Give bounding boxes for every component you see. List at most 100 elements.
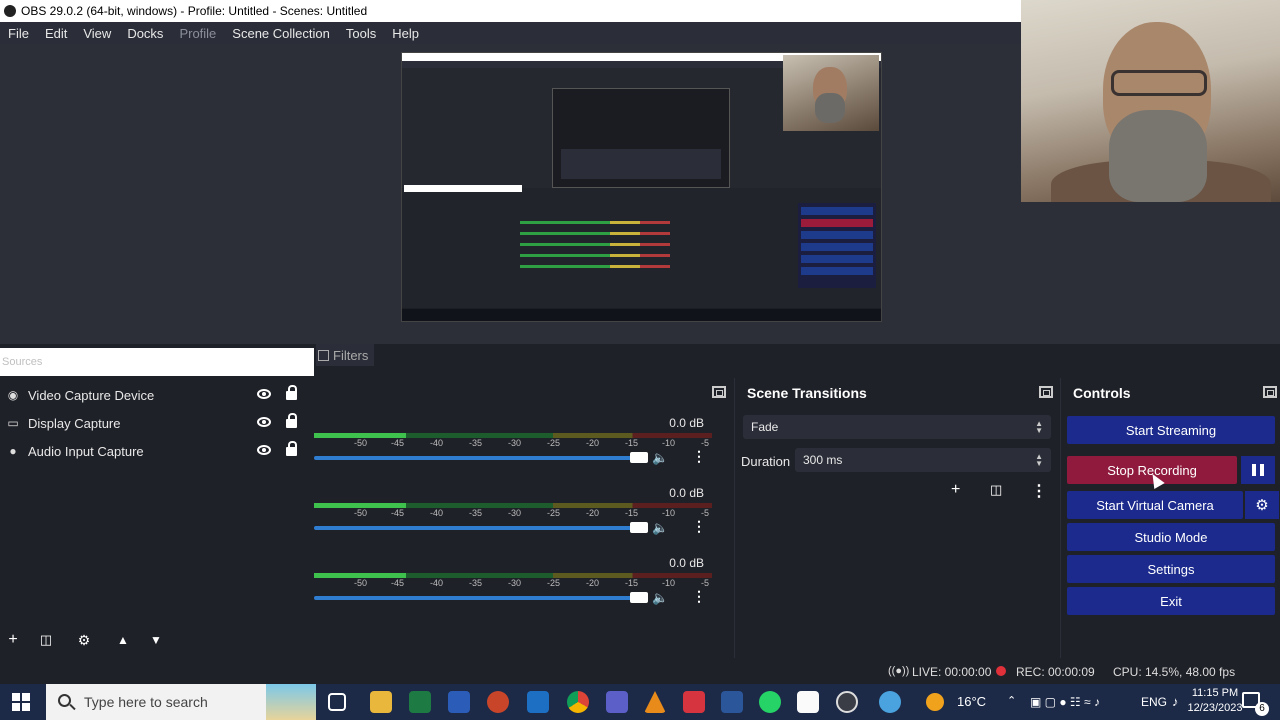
visibility-eye-icon[interactable] [257, 445, 271, 455]
word-icon[interactable] [448, 691, 470, 713]
task-view-icon[interactable] [328, 693, 346, 711]
menu-profile[interactable]: Profile [171, 26, 224, 41]
lock-icon[interactable] [286, 385, 297, 400]
speaker-icon[interactable]: ♪ [1172, 694, 1179, 720]
source-item-video-capture[interactable]: ◉ Video Capture Device [0, 381, 314, 409]
menu-tools[interactable]: Tools [338, 26, 384, 41]
trash-icon[interactable]: ◫ [990, 482, 1002, 498]
clock-date: 12/23/2023 [1187, 702, 1243, 714]
menu-docks[interactable]: Docks [119, 26, 171, 41]
volume-slider[interactable] [314, 596, 644, 600]
lock-icon[interactable] [286, 413, 297, 428]
status-bar: ((●)) LIVE: 00:00:00 REC: 00:00:09 CPU: … [0, 658, 1280, 684]
source-item-audio-input[interactable]: ● Audio Input Capture [0, 437, 314, 465]
meter-tick-label: -45 [391, 578, 405, 588]
volume-slider-handle[interactable] [630, 522, 648, 533]
more-options-icon[interactable]: ⋮ [1031, 481, 1047, 501]
speaker-icon[interactable]: 🔈 [652, 590, 668, 606]
chrome-icon[interactable] [567, 691, 589, 713]
menu-scene-collection[interactable]: Scene Collection [224, 26, 338, 41]
studio-mode-button[interactable]: Studio Mode [1067, 523, 1275, 551]
gear-icon[interactable]: ⚙ [74, 630, 94, 650]
volume-slider-handle[interactable] [630, 592, 648, 603]
add-source-button[interactable]: + [3, 630, 23, 650]
more-options-icon[interactable]: ⋮ [692, 588, 706, 605]
tray-apps-icons[interactable]: ▣ ▢ ● ☷ ≈ ♪ [1030, 695, 1100, 720]
mixer-channel: 0.0 dB-50-45-40-35-30-25-20-15-10-50🔈⋮ [314, 486, 741, 556]
move-down-icon[interactable]: ▼ [146, 630, 166, 650]
program-preview[interactable] [401, 52, 882, 322]
source-name: Video Capture Device [28, 387, 155, 403]
tab-filters-label: Filters [333, 347, 369, 363]
sources-toolbar: + ◫ ⚙ ▲ ▼ [0, 626, 314, 654]
source-item-display-capture[interactable]: ▭ Display Capture [0, 409, 314, 437]
notification-badge: 6 [1255, 702, 1269, 716]
meter-tick-label: -5 [701, 508, 710, 518]
menu-view[interactable]: View [75, 26, 119, 41]
start-streaming-button[interactable]: Start Streaming [1067, 416, 1275, 444]
taskbar-search-box[interactable]: Type here to search [46, 684, 316, 720]
taskbar-search-placeholder: Type here to search [84, 694, 208, 710]
anydesk-icon[interactable] [683, 691, 705, 713]
tray-chevron-up-icon[interactable]: ⌃ [1007, 694, 1016, 720]
more-options-icon[interactable]: ⋮ [692, 448, 706, 465]
file-explorer-icon[interactable] [370, 691, 392, 713]
powerpoint-icon[interactable] [487, 691, 509, 713]
weather-moon-icon[interactable] [926, 693, 944, 711]
menu-help[interactable]: Help [384, 26, 427, 41]
obs-logo-icon [4, 5, 16, 17]
menu-edit[interactable]: Edit [37, 26, 75, 41]
obs-taskbar-icon[interactable] [836, 691, 858, 713]
exit-button[interactable]: Exit [1067, 587, 1275, 615]
webcam-glasses [1111, 70, 1207, 96]
speaker-icon[interactable]: 🔈 [652, 520, 668, 536]
dock-float-icon[interactable] [1039, 386, 1053, 398]
transition-select[interactable]: Fade ▲ ▼ [743, 415, 1051, 439]
camera-icon: ◉ [7, 388, 19, 402]
move-up-icon[interactable]: ▲ [113, 630, 133, 650]
powershell-icon[interactable] [721, 691, 743, 713]
lock-icon[interactable] [286, 441, 297, 456]
meter-tick-label: -10 [662, 438, 676, 448]
vlc-icon[interactable] [644, 691, 666, 713]
duration-spinbox[interactable]: 300 ms ▲ ▼ [795, 448, 1051, 472]
taskbar-clock[interactable]: 11:15 PM 12/23/2023 [1180, 686, 1250, 716]
mixer-channel: 0.0 dB-50-45-40-35-30-25-20-15-10-50🔈⋮ [314, 416, 741, 486]
start-virtual-camera-button[interactable]: Start Virtual Camera [1067, 491, 1243, 519]
windows-start-icon[interactable] [12, 693, 30, 711]
teams-icon[interactable] [606, 691, 628, 713]
pause-recording-button[interactable] [1241, 456, 1275, 484]
meter-tick-label: -5 [701, 438, 710, 448]
snipping-tool-icon[interactable] [797, 691, 819, 713]
temperature[interactable]: 16°C [957, 694, 986, 720]
preview-nested-controls [798, 203, 876, 288]
meter-tick-label: -20 [586, 438, 600, 448]
outlook-icon[interactable] [527, 691, 549, 713]
menu-file[interactable]: File [0, 26, 37, 41]
language-indicator[interactable]: ENG [1141, 695, 1167, 720]
settings-button[interactable]: Settings [1067, 555, 1275, 583]
tab-sources[interactable]: Sources [0, 348, 314, 376]
live-status: LIVE: 00:00:00 [912, 665, 992, 679]
tab-filters[interactable]: Filters [316, 344, 375, 366]
virtual-camera-settings-button[interactable]: ⚙ [1245, 491, 1279, 519]
preview-webcam-thumbnail [783, 55, 879, 131]
monitor-icon: ▭ [7, 416, 19, 430]
volume-db-readout: 0.0 dB [669, 416, 704, 430]
volume-db-readout: 0.0 dB [669, 556, 704, 570]
whatsapp-icon[interactable] [759, 691, 781, 713]
visibility-eye-icon[interactable] [257, 389, 271, 399]
add-transition-button[interactable]: + [951, 481, 960, 499]
excel-icon[interactable] [409, 691, 431, 713]
dock-float-icon[interactable] [1263, 386, 1277, 398]
volume-slider[interactable] [314, 526, 644, 530]
speaker-icon[interactable]: 🔈 [652, 450, 668, 466]
help-icon[interactable] [879, 691, 901, 713]
more-options-icon[interactable]: ⋮ [692, 518, 706, 535]
trash-icon[interactable]: ◫ [36, 630, 56, 650]
volume-slider-handle[interactable] [630, 452, 648, 463]
volume-slider[interactable] [314, 456, 644, 460]
meter-tick-label: -40 [430, 578, 444, 588]
visibility-eye-icon[interactable] [257, 417, 271, 427]
dock-float-icon[interactable] [712, 386, 726, 398]
